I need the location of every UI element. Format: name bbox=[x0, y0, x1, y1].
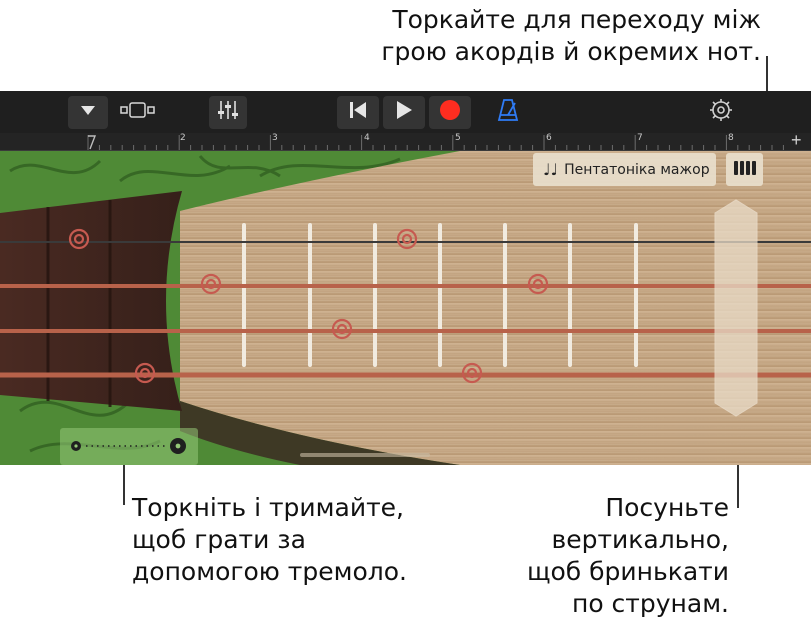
garageband-app: 2 3 4 5 6 7 8 + ♩♩ Пентатоніка мажор bbox=[0, 91, 811, 465]
mixer-button[interactable] bbox=[209, 96, 247, 129]
ruler-ticks bbox=[0, 135, 811, 151]
control-bar bbox=[0, 91, 811, 133]
record-button[interactable] bbox=[429, 96, 471, 129]
callout-line: по струнам. bbox=[571, 589, 729, 618]
track-view-icon bbox=[119, 101, 157, 124]
scale-label: Пентатоніка мажор bbox=[564, 161, 710, 178]
callout-line: щоб бринькати bbox=[526, 557, 729, 586]
rosewood-frets bbox=[0, 191, 182, 411]
bar-number: 3 bbox=[272, 133, 278, 143]
metronome-icon bbox=[496, 98, 520, 127]
timeline-ruler[interactable]: 2 3 4 5 6 7 8 + bbox=[0, 133, 811, 151]
callout-strum: Посуньте вертикально, щоб бринькати по с… bbox=[489, 492, 729, 620]
callout-line: щоб грати за bbox=[132, 525, 306, 554]
caret-down-icon bbox=[79, 103, 97, 122]
play-icon bbox=[394, 99, 414, 126]
strum-strip[interactable] bbox=[714, 199, 758, 417]
bar-number: 7 bbox=[637, 133, 643, 143]
scale-button[interactable]: ♩♩ Пентатоніка мажор bbox=[533, 153, 716, 186]
bar-number: 4 bbox=[364, 133, 370, 143]
callout-line: Посуньте bbox=[605, 493, 729, 522]
metronome-button[interactable] bbox=[490, 96, 526, 129]
track-view-button[interactable] bbox=[117, 96, 159, 129]
go-to-start-icon bbox=[347, 100, 369, 125]
browser-button[interactable] bbox=[68, 96, 108, 129]
bar-number: 2 bbox=[180, 133, 186, 143]
settings-button[interactable] bbox=[702, 96, 740, 129]
bar-number: 6 bbox=[546, 133, 552, 143]
callout-chords-notes: Торкайте для переходу між грою акордів й… bbox=[301, 4, 761, 68]
callout-tremolo: Торкніть і тримайте, щоб грати за допомо… bbox=[132, 492, 452, 588]
callout-line: допомогою тремоло. bbox=[132, 557, 407, 586]
play-button[interactable] bbox=[383, 96, 425, 129]
mixer-sliders-icon bbox=[216, 99, 240, 126]
record-icon bbox=[439, 99, 461, 126]
bar-number: 5 bbox=[455, 133, 461, 143]
go-to-start-button[interactable] bbox=[337, 96, 379, 129]
tremolo-control[interactable] bbox=[60, 428, 198, 465]
settings-gear-icon bbox=[709, 98, 733, 127]
callout-line: вертикально, bbox=[551, 525, 729, 554]
pipa-instrument: ♩♩ Пентатоніка мажор bbox=[0, 151, 811, 465]
music-note-icon: ♩♩ bbox=[543, 160, 559, 179]
tremolo-icon bbox=[66, 433, 192, 464]
callout-line: грою акордів й окремих нот. bbox=[381, 37, 761, 66]
callout-line: Торкніть і тримайте, bbox=[132, 493, 404, 522]
bar-number: 8 bbox=[728, 133, 734, 143]
playhead[interactable] bbox=[86, 134, 98, 151]
add-section-button[interactable]: + bbox=[791, 133, 802, 151]
callout-line: Торкайте для переходу між bbox=[392, 5, 761, 34]
notes-mode-icon bbox=[733, 160, 757, 180]
chords-notes-switch[interactable] bbox=[726, 153, 763, 186]
